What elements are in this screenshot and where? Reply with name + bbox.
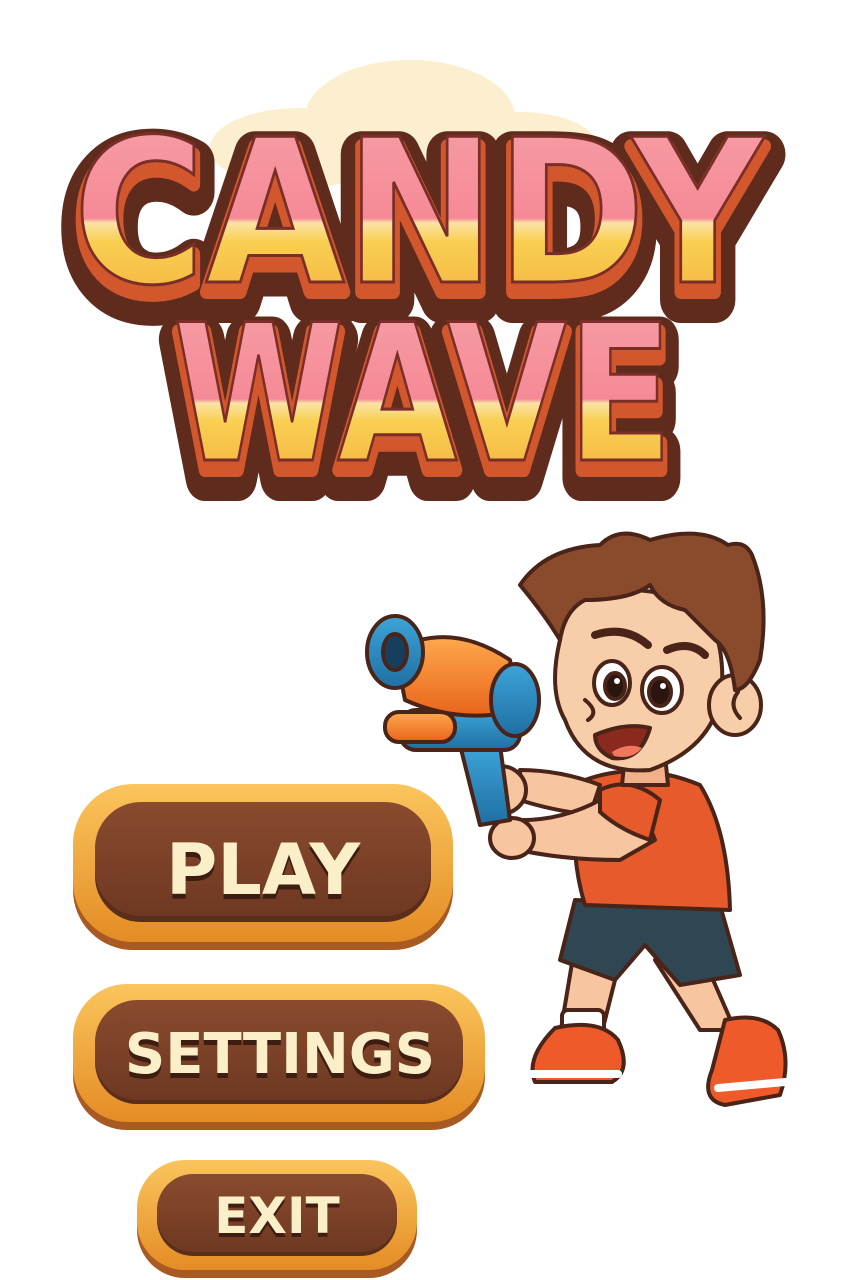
title-screen: CANDY CANDY CANDY WAVE WAVE WAVE PLAY PL… <box>50 60 789 1278</box>
play-button-label: PLAY <box>166 829 361 911</box>
game-logo: CANDY CANDY CANDY WAVE WAVE WAVE <box>50 92 788 546</box>
play-button[interactable]: PLAY PLAY <box>73 784 453 950</box>
logo-line-2: WAVE WAVE WAVE <box>150 279 696 546</box>
logo-wave-text: WAVE <box>173 284 673 505</box>
settings-button-label: SETTINGS <box>125 1022 435 1087</box>
settings-button[interactable]: SETTINGS SETTINGS <box>73 984 485 1130</box>
exit-button[interactable]: EXIT EXIT <box>137 1160 417 1278</box>
exit-button-label: EXIT <box>214 1187 339 1245</box>
